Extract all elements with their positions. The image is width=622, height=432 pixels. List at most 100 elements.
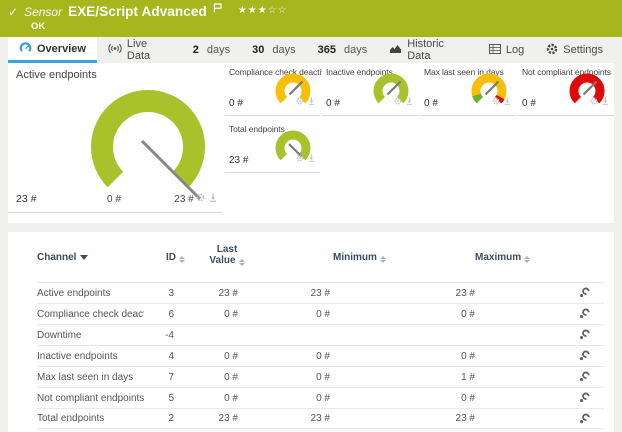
table-rows: Active endpoints 3 23 # 23 # 23 # Compli…: [37, 282, 604, 429]
channel-settings-wrench-icon[interactable]: [475, 350, 604, 361]
channel-settings-wrench-icon[interactable]: [475, 392, 604, 403]
tab-label: Log: [506, 44, 524, 56]
table-row: Inactive endpoints 4 0 # 0 # 0 #: [37, 345, 604, 366]
chart-icon: [389, 43, 402, 57]
tile-actions: [590, 92, 609, 110]
minimum-value: 23 #: [238, 413, 330, 424]
tile-gear-icon[interactable]: [492, 92, 500, 110]
column-header-channel[interactable]: Channel: [37, 252, 88, 263]
sort-icon: [380, 256, 386, 263]
minimum-value: 0 #: [238, 309, 330, 320]
sort-icon: [239, 259, 245, 266]
table-row: Compliance check deacti... 6 0 # 0 # 0 #: [37, 303, 604, 324]
column-header-id[interactable]: ID: [166, 252, 185, 263]
tab-bar: Overview Live Data 2 days 30 days 365 da…: [0, 37, 622, 63]
channel-settings-wrench-icon[interactable]: [475, 287, 604, 298]
tab-2-days[interactable]: 2 days: [182, 37, 241, 63]
tab-label: Settings: [563, 44, 603, 56]
gauge-tile-not-compliant-endpoints: Not compliant endpoints 0 #: [518, 63, 614, 116]
gauges-section: Active endpoints 0 # 23 # 23 # Complianc…: [8, 63, 614, 223]
tab-number: 2: [193, 44, 199, 56]
tab-number: 365: [318, 44, 336, 56]
tile-pin-icon[interactable]: [406, 92, 413, 110]
tab-live-data[interactable]: Live Data: [97, 37, 182, 63]
priority-stars[interactable]: ★★★☆☆: [238, 5, 288, 16]
channel-settings-wrench-icon[interactable]: [475, 329, 604, 340]
gauge-tile-total-endpoints: Total endpoints 23 #: [225, 120, 320, 173]
gauge-tile-active-endpoints: Active endpoints 0 # 23 # 23 #: [8, 63, 222, 213]
channel-settings-wrench-icon[interactable]: [475, 371, 604, 382]
tile-pin-icon[interactable]: [308, 92, 315, 110]
column-header-last-value[interactable]: Last Value: [204, 244, 250, 266]
tab-settings[interactable]: Settings: [535, 37, 614, 63]
maximum-value: 0 #: [330, 309, 475, 320]
column-header-maximum[interactable]: Maximum: [475, 252, 530, 263]
sensor-header-line: ✓ Sensor EXE/Script Advanced ★★★☆☆: [8, 4, 288, 19]
gauge-tile-inactive-endpoints: Inactive endpoints 0 #: [322, 63, 418, 116]
gauge-value: 0 #: [522, 98, 536, 109]
tab-number: 30: [252, 44, 264, 56]
channel-id: 3: [144, 288, 174, 299]
maximum-value: 23 #: [330, 288, 475, 299]
tab-overview[interactable]: Overview: [8, 37, 97, 63]
tile-pin-icon[interactable]: [308, 149, 315, 167]
stars-filled-icon[interactable]: ★★★: [238, 5, 268, 16]
minimum-value: 23 #: [238, 288, 330, 299]
gauge-value: 0 #: [229, 98, 243, 109]
tab-30-days[interactable]: 30 days: [241, 37, 307, 63]
tile-gear-icon[interactable]: [296, 92, 304, 110]
tab-historic-data[interactable]: Historic Data: [378, 37, 478, 63]
object-kind-label: Sensor: [24, 5, 62, 19]
channel-id: 7: [144, 372, 174, 383]
minimum-value: 0 #: [238, 372, 330, 383]
column-header-label: Minimum: [333, 252, 377, 263]
gear-icon: [546, 43, 558, 58]
tab-365-days[interactable]: 365 days: [307, 37, 379, 63]
priority-flag-icon[interactable]: [213, 0, 222, 18]
tile-actions: [394, 92, 413, 110]
tile-actions: [296, 92, 315, 110]
last-value: 0 #: [174, 351, 238, 362]
column-header-label: ID: [166, 252, 176, 263]
maximum-value: 23 #: [330, 413, 475, 424]
gauge-value: 0 #: [326, 98, 340, 109]
column-header-minimum[interactable]: Minimum: [333, 252, 386, 263]
prtg-sensor-page: ✓ Sensor EXE/Script Advanced ★★★☆☆ OK Ov…: [0, 0, 622, 432]
tile-gear-icon[interactable]: [296, 149, 304, 167]
channel-name: Active endpoints: [37, 288, 144, 299]
gauge-tile-compliance-check-deactivated: Compliance check deactivated 0 #: [225, 63, 320, 116]
tile-pin-icon[interactable]: [504, 92, 511, 110]
channel-settings-wrench-icon[interactable]: [475, 308, 604, 319]
maximum-value: 1 #: [330, 372, 475, 383]
channel-settings-wrench-icon[interactable]: [475, 413, 604, 424]
status-badge: OK: [31, 21, 45, 32]
last-value: 23 #: [174, 288, 238, 299]
channel-id: 4: [144, 351, 174, 362]
tile-pin-icon[interactable]: [209, 189, 217, 207]
column-header-label: Channel: [37, 252, 76, 263]
tile-pin-icon[interactable]: [602, 92, 609, 110]
channel-table: Channel ID Last Value Minimum Maximum Ac…: [8, 232, 614, 432]
sensor-header: ✓ Sensor EXE/Script Advanced ★★★☆☆ OK: [0, 0, 622, 37]
channel-name: Total endpoints: [37, 413, 144, 424]
tab-log[interactable]: Log: [478, 37, 535, 63]
channel-name: Max last seen in days: [37, 372, 144, 383]
gauge-value: 23 #: [16, 193, 36, 205]
column-header-label: Maximum: [475, 252, 521, 263]
stars-empty-icon[interactable]: ☆☆: [268, 5, 288, 16]
minimum-value: 0 #: [238, 393, 330, 404]
tile-gear-icon[interactable]: [196, 189, 205, 207]
maximum-value: 0 #: [330, 351, 475, 362]
last-value: 0 #: [174, 309, 238, 320]
gauge-value: 0 #: [424, 98, 438, 109]
tile-gear-icon[interactable]: [394, 92, 402, 110]
channel-id: 6: [144, 309, 174, 320]
channel-id: 5: [144, 393, 174, 404]
sort-icon: [524, 256, 530, 263]
gauge-value: 23 #: [229, 155, 248, 166]
tab-label: Live Data: [127, 38, 171, 62]
column-header-label: Last Value: [209, 244, 237, 266]
tile-actions: [296, 149, 315, 167]
gauge-arc: [102, 101, 194, 180]
tile-gear-icon[interactable]: [590, 92, 598, 110]
